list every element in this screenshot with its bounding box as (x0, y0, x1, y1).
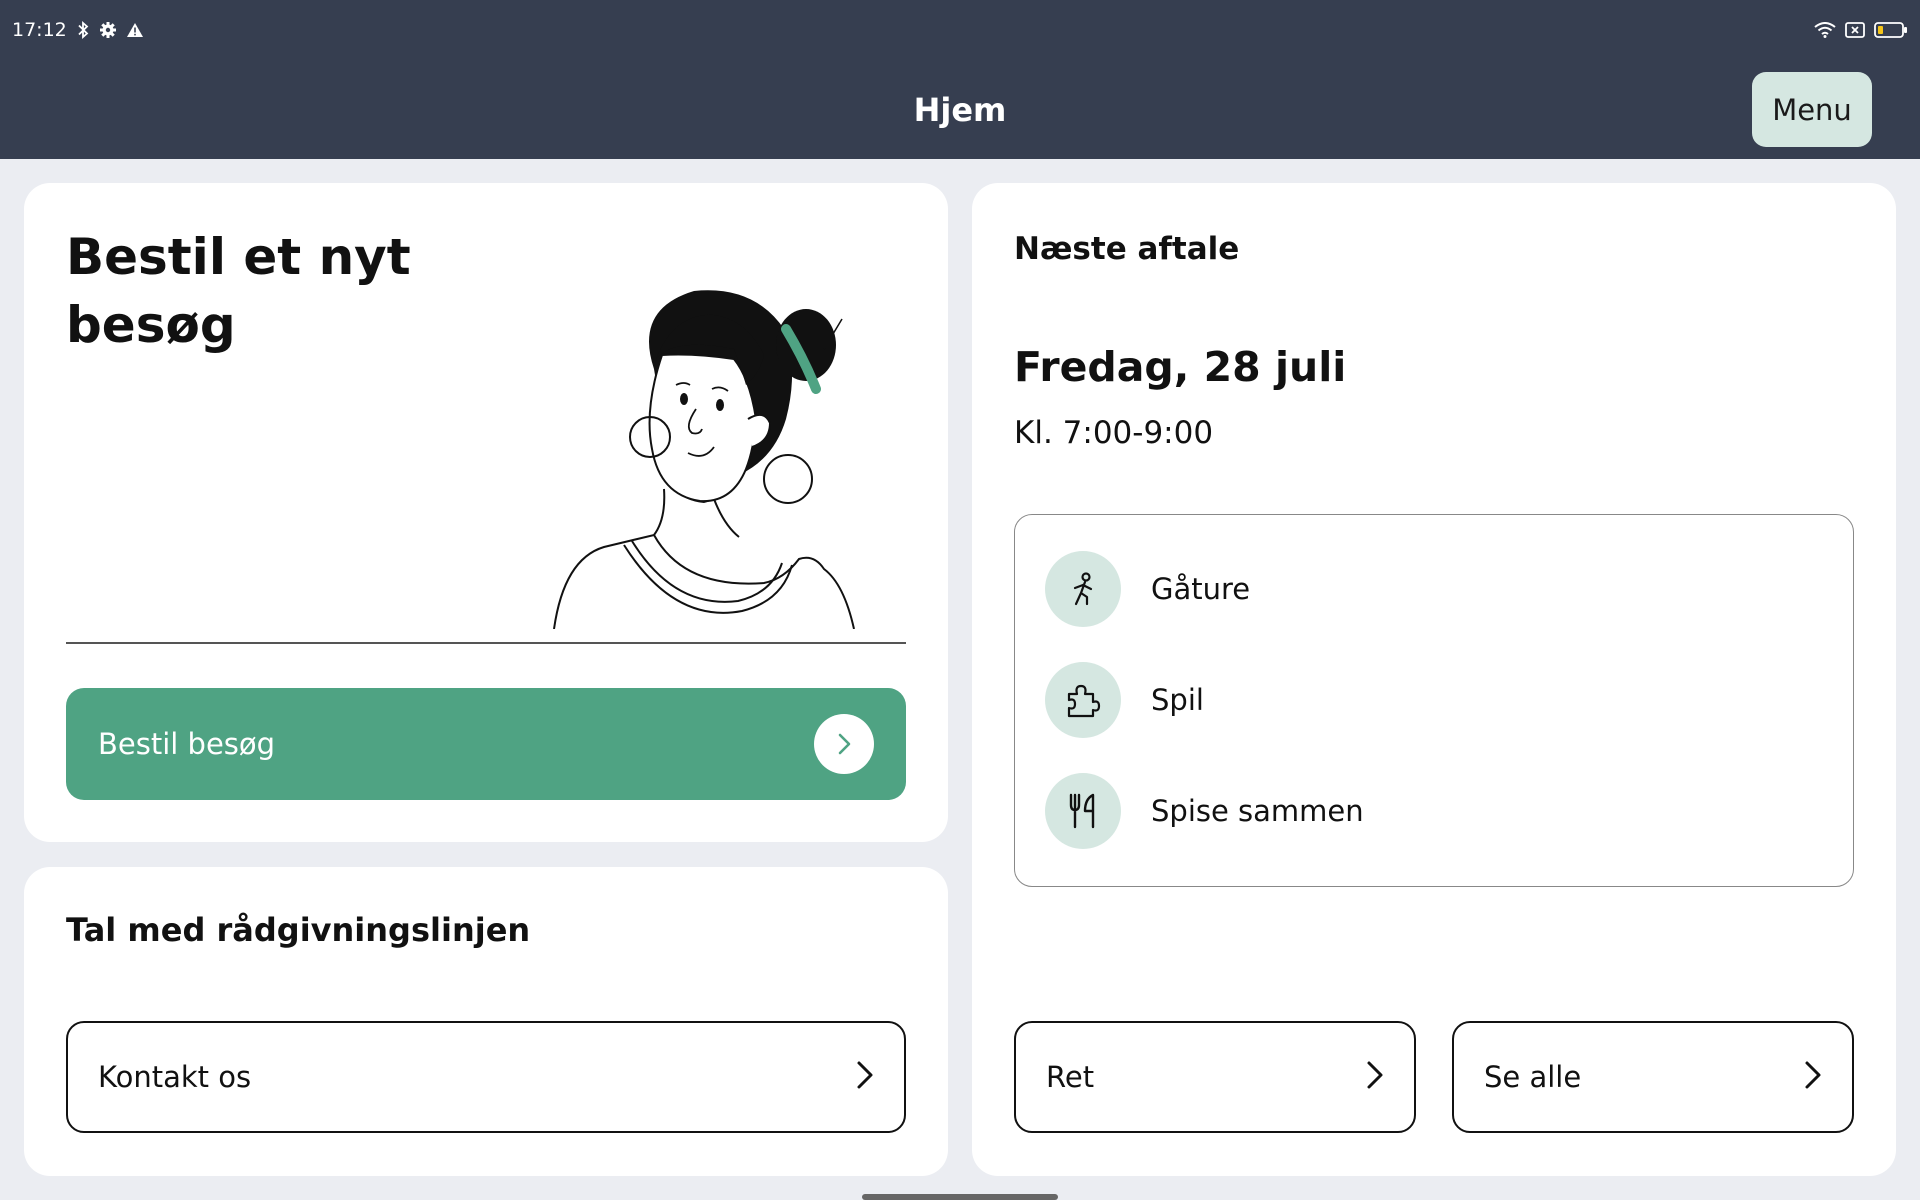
page-title: Hjem (913, 90, 1007, 129)
advice-card-title: Tal med rådgivningslinjen (66, 911, 531, 949)
list-item: Spise sammen (1045, 773, 1364, 849)
order-card-title: Bestil et nyt besøg (66, 228, 411, 354)
wifi-icon (1814, 22, 1836, 38)
activity-label: Spil (1151, 683, 1204, 717)
activity-label: Spise sammen (1151, 794, 1364, 828)
chevron-right-icon (854, 1059, 876, 1095)
contact-us-label: Kontakt os (98, 1060, 252, 1094)
contact-us-button[interactable]: Kontakt os (66, 1021, 906, 1133)
edit-label: Ret (1046, 1060, 1095, 1094)
order-visit-label: Bestil besøg (98, 727, 276, 761)
list-item: Gåture (1045, 551, 1250, 627)
home-indicator[interactable] (862, 1194, 1058, 1200)
chevron-right-icon (1802, 1059, 1824, 1095)
next-appointment-label: Næste aftale (1014, 231, 1240, 267)
gear-icon (99, 21, 117, 39)
list-item: Spil (1045, 662, 1204, 738)
chevron-right-icon (1364, 1059, 1386, 1095)
woman-illustration (524, 289, 904, 630)
walking-icon (1045, 551, 1121, 627)
advice-line-card: Tal med rådgivningslinjen Kontakt os (24, 867, 948, 1176)
appointment-date: Fredag, 28 juli (1014, 343, 1347, 391)
activity-label: Gåture (1151, 572, 1251, 606)
app-header: Hjem Menu (0, 60, 1920, 159)
chevron-right-icon (814, 714, 874, 774)
battery-icon (1874, 21, 1908, 39)
cutlery-icon (1045, 773, 1121, 849)
appointment-time: Kl. 7:00-9:00 (1014, 415, 1214, 451)
order-visit-card: Bestil et nyt besøg Bestil besøg (24, 183, 948, 842)
status-left: 17:12 (12, 19, 144, 41)
puzzle-icon (1045, 662, 1121, 738)
see-all-button[interactable]: Se alle (1452, 1021, 1854, 1133)
status-bar: 17:12 (0, 0, 1920, 60)
warning-icon (126, 22, 144, 38)
menu-button[interactable]: Menu (1752, 72, 1872, 147)
next-appointment-card: Næste aftale Fredag, 28 juli Kl. 7:00-9:… (972, 183, 1896, 1176)
activities-list: Gåture Spil Spise sammen (1014, 514, 1854, 887)
status-right (1814, 21, 1908, 39)
divider (66, 642, 906, 644)
see-all-label: Se alle (1484, 1060, 1582, 1094)
sim-icon (1845, 22, 1865, 38)
edit-button[interactable]: Ret (1014, 1021, 1416, 1133)
order-visit-button[interactable]: Bestil besøg (66, 688, 906, 800)
status-time: 17:12 (12, 19, 67, 41)
bluetooth-icon (76, 21, 90, 39)
